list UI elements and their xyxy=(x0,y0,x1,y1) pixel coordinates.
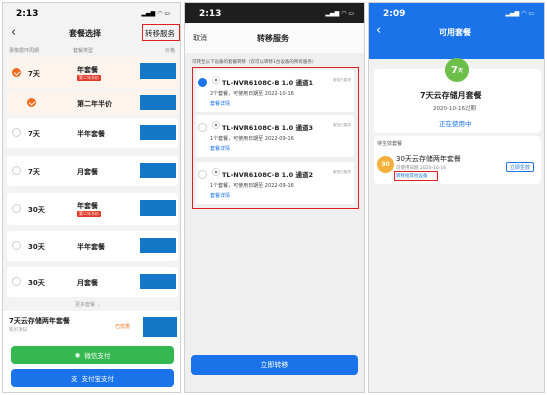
device-status: 服务已暂停 xyxy=(333,123,351,127)
transfer-description: 可转至以下设备的套餐转移（仅可以转移1台设备的所有服务） xyxy=(192,60,317,65)
pending-days-badge: 30 xyxy=(377,156,394,173)
package-row[interactable]: 30天 半年套餐 xyxy=(7,231,178,261)
radio-icon[interactable] xyxy=(12,277,21,286)
transfer-now-button[interactable]: 立即转移 xyxy=(191,355,358,375)
col-header-cycle: 录像循环周期 xyxy=(9,48,40,54)
row-days: 7天 xyxy=(28,70,40,78)
radio-icon[interactable] xyxy=(12,128,21,137)
device-validity: 2个套餐，可使用日期至 2022-10-16 xyxy=(210,91,294,97)
col-header-type: 套餐类型 xyxy=(73,48,94,54)
current-plan-title: 7天云存储月套餐 xyxy=(420,91,482,100)
status-time: 2:09 xyxy=(383,9,406,19)
device-item[interactable]: ⦿ TL-NVR6108C-B 1.0 通道1 服务已暂停 2个套餐，可使用日期… xyxy=(196,70,354,112)
status-time: 2:13 xyxy=(199,9,222,19)
total-price-block xyxy=(143,317,177,337)
price-block xyxy=(140,200,176,216)
radio-icon[interactable] xyxy=(12,241,21,250)
camera-icon: ⦿ xyxy=(212,76,220,85)
status-icons: ▂▄▆ ◠ ▭ xyxy=(505,10,534,17)
price-block xyxy=(140,238,176,253)
row-days: 30天 xyxy=(28,206,45,214)
row-package: 半年套餐 xyxy=(77,243,105,251)
device-status: 服务已暂停 xyxy=(333,78,351,82)
wechat-pay-button[interactable]: ◉ 微信支付 xyxy=(11,346,174,364)
price-block xyxy=(140,274,176,289)
radio-icon[interactable] xyxy=(12,166,21,175)
highlight-box xyxy=(142,24,180,41)
package-detail-link[interactable]: 套餐详情 xyxy=(210,192,230,199)
alipay-icon: 支 xyxy=(71,375,78,383)
row-tag: 第二年半价 xyxy=(77,211,101,217)
price-block xyxy=(140,125,176,140)
alipay-button[interactable]: 支支付宝支付 xyxy=(11,369,174,387)
summary-title: 7天云存储两年套餐 xyxy=(9,317,70,325)
package-row[interactable]: 30天 年套餐 第二年半价 xyxy=(7,193,178,225)
package-detail-link[interactable]: 套餐详情 xyxy=(210,145,230,152)
plan-days-badge: 7天 xyxy=(445,58,469,82)
package-row[interactable]: 30天 月套餐 xyxy=(7,267,178,297)
more-packages-link[interactable]: 更多套餐 ⌄ xyxy=(75,301,101,308)
row-days: 30天 xyxy=(28,279,45,287)
row-package: 年套餐 xyxy=(77,66,98,74)
radio-icon[interactable] xyxy=(198,170,207,179)
radio-checked-icon[interactable] xyxy=(198,78,207,87)
discount-tag: 已优惠 xyxy=(115,324,131,330)
wechat-icon: ◉ xyxy=(74,351,81,359)
package-row[interactable]: 第二年半价 xyxy=(7,91,178,115)
status-icons: ▂▄▆ ◠ ▭ xyxy=(141,10,170,17)
row-package: 半年套餐 xyxy=(77,130,105,138)
radio-icon[interactable] xyxy=(198,123,207,132)
device-status: 服务已暂停 xyxy=(333,170,351,174)
device-item[interactable]: ⦿ TL-NVR6108C-B 1.0 通道3 服务已暂停 1个套餐，可使用日期… xyxy=(196,115,354,157)
summary-sub[interactable]: 购买须知 xyxy=(9,327,27,333)
radio-checked-icon[interactable] xyxy=(12,68,21,77)
row-days: 7天 xyxy=(28,168,40,176)
device-name: TL-NVR6108C-B 1.0 通道2 xyxy=(222,171,313,179)
camera-icon: ⦿ xyxy=(212,168,220,177)
plan-expiry: 2020-10-16过期 xyxy=(433,106,476,112)
in-use-status: 正在使用中 xyxy=(439,120,472,128)
row-package: 月套餐 xyxy=(77,168,98,176)
device-validity: 1个套餐，可使用日期至 2022-09-16 xyxy=(210,136,294,142)
row-days: 30天 xyxy=(28,243,45,251)
status-icons: ▂▄▆ ◠ ▭ xyxy=(325,10,354,17)
status-time: 2:13 xyxy=(16,9,39,19)
device-validity: 1个套餐，可使用日期至 2022-09-16 xyxy=(210,183,294,189)
page-title: 套餐选择 xyxy=(69,29,101,38)
price-block xyxy=(140,95,176,110)
row-days: 7天 xyxy=(28,130,40,138)
activate-now-button[interactable]: 立即生效 xyxy=(506,162,534,172)
row-package: 第二年半价 xyxy=(77,100,112,108)
row-package: 年套餐 xyxy=(77,202,98,210)
cancel-button[interactable]: 取消 xyxy=(193,33,207,43)
camera-icon: ⦿ xyxy=(212,121,220,130)
package-detail-link[interactable]: 套餐详情 xyxy=(210,100,230,107)
sheet-title: 转移服务 xyxy=(257,34,289,43)
page-title: 可用套餐 xyxy=(439,28,471,37)
transfer-service-screen: 2:13 ▂▄▆ ◠ ▭ 取消 转移服务 可转至以下设备的套餐转移（仅可以转移1… xyxy=(184,2,365,393)
price-block xyxy=(140,163,176,178)
package-select-screen: 2:13 ▂▄▆ ◠ ▭ ‹ 套餐选择 转移服务 录像循环周期 套餐类型 价格 … xyxy=(2,2,181,393)
package-row[interactable]: 7天 年套餐 第二年半价 xyxy=(7,57,178,89)
device-item[interactable]: ⦿ TL-NVR6108C-B 1.0 通道2 服务已暂停 1个套餐，可使用日期… xyxy=(196,162,354,204)
radio-icon[interactable] xyxy=(12,204,21,213)
radio-checked-icon[interactable] xyxy=(27,98,36,107)
col-header-price: 价格 xyxy=(165,48,176,54)
back-chevron-icon[interactable]: ‹ xyxy=(11,25,16,40)
available-packages-screen: 2:09 ▂▄▆ ◠ ▭ ‹ 可用套餐 7天 7天云存储月套餐 2020-10-… xyxy=(368,2,545,393)
row-package: 月套餐 xyxy=(77,279,98,287)
row-tag: 第二年半价 xyxy=(77,75,101,81)
pending-label: 待生效套餐 xyxy=(377,141,403,147)
device-name: TL-NVR6108C-B 1.0 通道3 xyxy=(222,124,313,132)
device-name: TL-NVR6108C-B 1.0 通道1 xyxy=(222,79,313,87)
package-row[interactable]: 7天 半年套餐 xyxy=(7,118,178,148)
price-block xyxy=(140,63,176,79)
pending-plan-title: 30天云存储两年套餐 xyxy=(396,155,461,163)
back-chevron-icon[interactable]: ‹ xyxy=(376,23,381,38)
package-row[interactable]: 7天 月套餐 xyxy=(7,156,178,186)
highlight-box xyxy=(394,171,438,181)
